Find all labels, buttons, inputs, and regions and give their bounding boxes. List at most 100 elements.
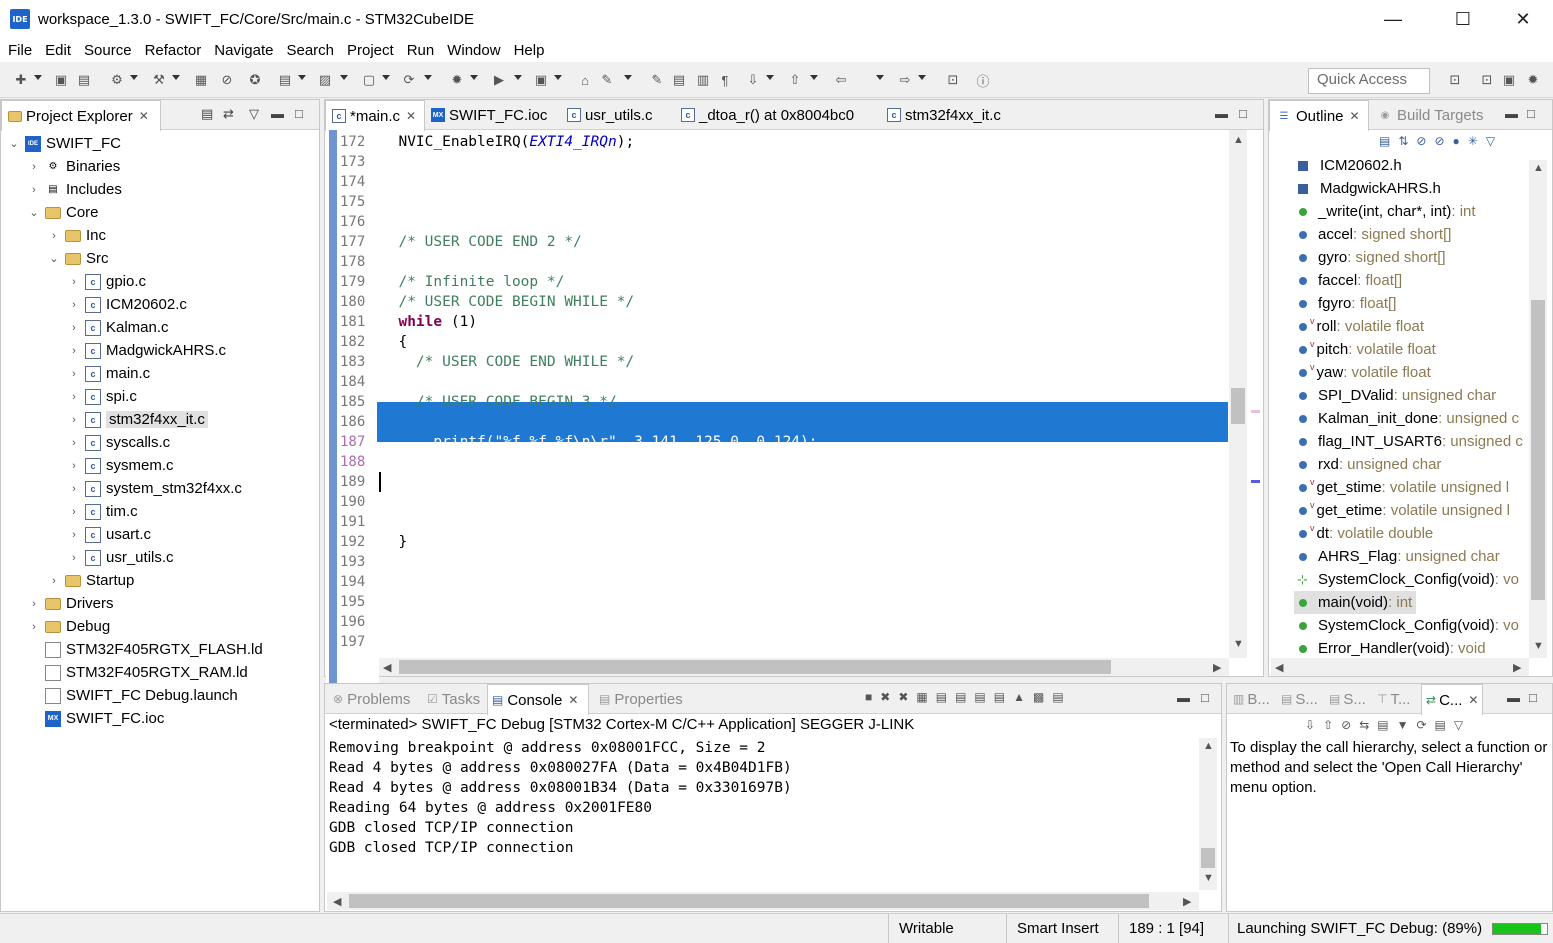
callh-tab-0[interactable]: ▥ B... bbox=[1229, 684, 1275, 714]
maximize-outline-icon[interactable]: □ bbox=[1527, 106, 1535, 121]
maximize-editor-icon[interactable]: □ bbox=[1239, 106, 1247, 121]
toggle-comment-icon[interactable]: ▤ bbox=[670, 71, 688, 89]
hide-macros-icon[interactable]: ✳ bbox=[1468, 134, 1478, 152]
callh-tab-1[interactable]: ▤ S... bbox=[1277, 684, 1323, 714]
outline-item[interactable]: v dt : volatile double bbox=[1294, 522, 1433, 545]
maximize-view-icon[interactable]: □ bbox=[295, 106, 303, 121]
back-icon[interactable]: ⇦ bbox=[832, 71, 850, 89]
tree-item-tim-c[interactable]: › c tim.c bbox=[67, 500, 138, 523]
mx-perspective-icon[interactable]: ▣ bbox=[1500, 71, 1518, 89]
dropdown-arrow-icon[interactable] bbox=[340, 75, 348, 80]
previous-icon[interactable]: ⇧ bbox=[1323, 718, 1333, 732]
close-icon[interactable]: ✕ bbox=[1350, 109, 1360, 123]
tree-item-core[interactable]: ⌄ Core bbox=[27, 201, 98, 224]
tree-item-swift-fc-ioc[interactable]: MX SWIFT_FC.ioc bbox=[27, 707, 164, 730]
dropdown-arrow-icon[interactable] bbox=[918, 75, 926, 80]
save-all-icon[interactable]: ▤ bbox=[75, 71, 93, 89]
chevron-right-icon[interactable]: › bbox=[67, 368, 81, 380]
menu-search[interactable]: Search bbox=[286, 42, 334, 59]
outline-item[interactable]: accel : signed short[] bbox=[1294, 223, 1451, 246]
show-whitespace-icon[interactable]: ¶ bbox=[716, 71, 734, 89]
skip-breakpoints-icon[interactable]: ⊘ bbox=[218, 71, 236, 89]
editor-tab-2[interactable]: c usr_utils.c bbox=[561, 100, 671, 130]
tree-item-swift-fc-debug-launch[interactable]: SWIFT_FC Debug.launch bbox=[27, 684, 238, 707]
outline-item[interactable]: v get_stime : volatile unsigned l bbox=[1294, 476, 1509, 499]
menu-window[interactable]: Window bbox=[447, 42, 500, 59]
tree-item-swift-fc[interactable]: ⌄ IDE SWIFT_FC bbox=[7, 132, 121, 155]
chevron-right-icon[interactable]: › bbox=[27, 621, 41, 633]
chevron-right-icon[interactable]: › bbox=[67, 437, 81, 449]
editor-tab-3[interactable]: c _dtoa_r() at 0x8004bc0 bbox=[675, 100, 877, 130]
chevron-right-icon[interactable]: › bbox=[67, 414, 81, 426]
console-horizontal-scrollbar[interactable]: ◀ ▶ bbox=[327, 892, 1199, 910]
minimize-outline-icon[interactable]: ▬ bbox=[1505, 106, 1518, 121]
tree-item-stm32f4xx-it-c[interactable]: › c stm32f4xx_it.c bbox=[67, 408, 208, 431]
tab-build-targets[interactable]: ◉ Build Targets bbox=[1377, 100, 1484, 130]
editor-hscroll-thumb[interactable] bbox=[399, 660, 1111, 674]
refresh-icon[interactable]: ⟳ bbox=[1416, 718, 1426, 732]
chevron-right-icon[interactable]: › bbox=[67, 391, 81, 403]
close-window-button[interactable]: ✕ bbox=[1500, 0, 1546, 38]
quick-access-input[interactable]: Quick Access bbox=[1308, 68, 1430, 94]
tree-item-stm32f405rgtx-ram-ld[interactable]: STM32F405RGTX_RAM.ld bbox=[27, 661, 248, 684]
dropdown-arrow-icon[interactable] bbox=[382, 75, 390, 80]
editor-scroll-thumb[interactable] bbox=[1231, 388, 1245, 424]
outline-item[interactable]: main(void) : int bbox=[1294, 591, 1417, 614]
maximize-callh-icon[interactable]: □ bbox=[1529, 690, 1537, 705]
chevron-down-icon[interactable]: ⌄ bbox=[47, 252, 61, 265]
outline-vertical-scrollbar[interactable]: ▲ ▼ bbox=[1529, 160, 1547, 658]
new-icon[interactable]: ✚ bbox=[12, 71, 30, 89]
dropdown-icon[interactable]: ▼ bbox=[1397, 718, 1409, 732]
tree-item-usr-utils-c[interactable]: › c usr_utils.c bbox=[67, 546, 173, 569]
menu-help[interactable]: Help bbox=[514, 42, 545, 59]
tab-problems[interactable]: ⊗ Problems bbox=[329, 684, 419, 714]
dropdown-arrow-icon[interactable] bbox=[34, 75, 42, 80]
display-console-icon[interactable]: ▩ bbox=[1033, 690, 1044, 704]
chevron-right-icon[interactable]: › bbox=[67, 299, 81, 311]
minimize-console-icon[interactable]: ▬ bbox=[1177, 690, 1190, 705]
next-annotation-icon[interactable]: ⇩ bbox=[744, 71, 762, 89]
tree-item-madgwickahrs-c[interactable]: › c MadgwickAHRS.c bbox=[67, 339, 226, 362]
tree-item-syscalls-c[interactable]: › c syscalls.c bbox=[67, 431, 170, 454]
tab-tasks[interactable]: ☑ Tasks bbox=[423, 684, 483, 714]
open-console-icon[interactable]: ▤ bbox=[1052, 690, 1063, 704]
menu-refactor[interactable]: Refactor bbox=[145, 42, 202, 59]
dropdown-arrow-icon[interactable] bbox=[554, 75, 562, 80]
outline-item[interactable]: Error_Handler(void) : void bbox=[1294, 637, 1486, 660]
tree-item-debug[interactable]: › Debug bbox=[27, 615, 110, 638]
maximize-console-icon[interactable]: □ bbox=[1201, 690, 1209, 705]
chevron-right-icon[interactable]: › bbox=[67, 276, 81, 288]
dropdown-arrow-icon[interactable] bbox=[514, 75, 522, 80]
dropdown-arrow-icon[interactable] bbox=[298, 75, 306, 80]
show-on-output-icon[interactable]: ▤ bbox=[974, 690, 985, 704]
collapse-all-icon[interactable]: ▤ bbox=[1379, 134, 1390, 152]
outline-item[interactable]: v yaw : volatile float bbox=[1294, 361, 1431, 384]
view-menu-icon[interactable]: ▽ bbox=[1486, 134, 1495, 152]
new-class-icon[interactable]: ▨ bbox=[316, 71, 334, 89]
outline-item[interactable]: SystemClock_Config(void) : vo bbox=[1294, 614, 1519, 637]
tab-outline[interactable]: ☰ Outline ✕ bbox=[1269, 100, 1369, 131]
hide-fields-icon[interactable]: ⊘ bbox=[1416, 134, 1426, 152]
outline-item[interactable]: faccel : float[] bbox=[1294, 269, 1402, 292]
tab-project-explorer[interactable]: Project Explorer ✕ bbox=[1, 100, 161, 131]
dropdown-arrow-icon[interactable] bbox=[172, 75, 180, 80]
tree-item-system-stm32f4xx-c[interactable]: › c system_stm32f4xx.c bbox=[67, 477, 242, 500]
dropdown-arrow-icon[interactable] bbox=[810, 75, 818, 80]
minimize-view-icon[interactable]: ▬ bbox=[271, 106, 284, 121]
tree-item-drivers[interactable]: › Drivers bbox=[27, 592, 113, 615]
debug-perspective-icon[interactable]: ⊡ bbox=[1478, 71, 1496, 89]
tree-item-gpio-c[interactable]: › c gpio.c bbox=[67, 270, 146, 293]
console-scroll-thumb[interactable] bbox=[1201, 848, 1215, 868]
maximize-button[interactable]: ☐ bbox=[1440, 0, 1486, 38]
menu-file[interactable]: File bbox=[8, 42, 32, 59]
sort-icon[interactable]: ⇅ bbox=[1398, 134, 1408, 152]
clear-console-icon[interactable]: ▦ bbox=[916, 690, 927, 704]
outline-item[interactable]: gyro : signed short[] bbox=[1294, 246, 1446, 269]
chevron-right-icon[interactable]: › bbox=[67, 483, 81, 495]
info-icon[interactable]: ⓘ bbox=[974, 71, 992, 89]
remove-all-icon[interactable]: ✖ bbox=[898, 690, 908, 704]
chevron-down-icon[interactable]: ⌄ bbox=[7, 137, 21, 150]
outline-item[interactable]: ⊹ SystemClock_Config(void) : vo bbox=[1294, 568, 1519, 591]
tree-item-kalman-c[interactable]: › c Kalman.c bbox=[67, 316, 168, 339]
dropdown-arrow-icon[interactable] bbox=[766, 75, 774, 80]
